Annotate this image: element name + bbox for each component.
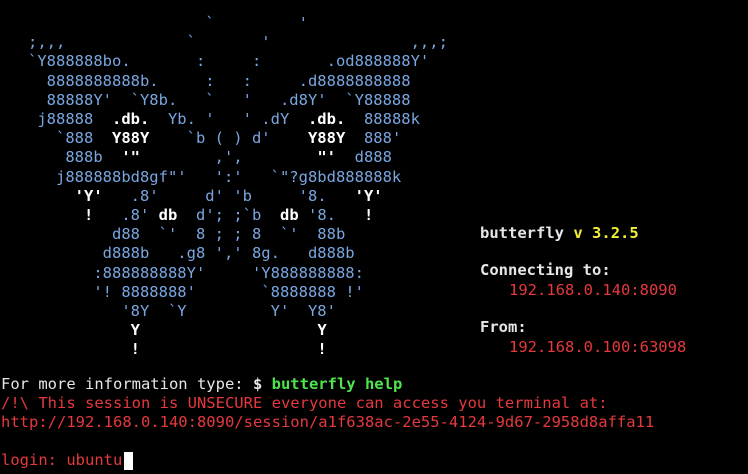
help-text: For more information type: [1, 375, 253, 393]
ascii-art-segment: Y [130, 321, 140, 340]
ascii-art-segment: .8' [93, 206, 159, 224]
ascii-art-segment [0, 187, 75, 205]
ascii-art-segment: '8Y `Y Y' Y8' [0, 302, 336, 320]
ascii-art-segment: 'Y' [74, 186, 103, 205]
ascii-art-segment: :888888888Y' 'Y888888888: [0, 263, 364, 282]
connecting-address: 192.168.0.140:8090 [509, 281, 677, 299]
ascii-art-segment: Y [317, 321, 327, 340]
ascii-art-line: ` ' [0, 14, 308, 33]
shell-prompt: $ [252, 375, 272, 393]
ascii-art-line: '! 8888888' `8888888 !' [0, 283, 364, 302]
ascii-art-segment: db [280, 206, 299, 224]
ascii-art-segment: '" [121, 148, 140, 167]
ascii-art-segment: d888 [335, 148, 392, 167]
ascii-art-segment: d'; ;`b [177, 206, 280, 224]
from-address: 192.168.0.100:63098 [509, 338, 687, 356]
ascii-art-line: ! ! [0, 340, 327, 359]
login-line[interactable]: login: ubuntu [1, 451, 122, 470]
ascii-art-segment: 88888Y' `Y8b. ` ' .d8Y' `Y88888 [0, 90, 411, 109]
ascii-art-line: 88888Y' `Y8b. ` ' .d8Y' `Y88888 [0, 91, 411, 110]
version-number: 3.2.5 [592, 224, 639, 242]
ascii-art-segment: .db. [111, 110, 150, 128]
help-command: butterfly help [271, 375, 403, 393]
ascii-art-segment: ` ' [0, 14, 308, 32]
ascii-art-segment: Y88Y [307, 129, 346, 148]
ascii-art-segment [140, 321, 317, 339]
ascii-art-segment: ,', [140, 148, 318, 167]
ascii-art-segment [140, 340, 317, 358]
ascii-art-line: `Y888888bo. : : .od888888Y' [0, 52, 429, 71]
app-version-line: butterfly v 3.2.5 [480, 224, 639, 243]
ascii-art-segment: 888' [345, 129, 402, 148]
ascii-art-line: d88 `' 8 ; ; 8 `' 88b [0, 225, 345, 244]
ascii-art-line: :888888888Y' 'Y888888888: [0, 264, 364, 283]
app-name: butterfly [480, 224, 564, 242]
terminal-cursor [124, 452, 133, 470]
ascii-art-line: 'Y' .8' d' 'b '8. 'Y' [0, 187, 383, 206]
ascii-art-segment: .db. [307, 110, 346, 128]
terminal-window[interactable]: ` ' ;,,, ` ' ,,,; `Y888888bo. : : .od888… [0, 0, 748, 474]
ascii-art-segment: 888b [0, 148, 122, 167]
ascii-art-segment: '8. [298, 206, 364, 224]
unsecure-warning: /!\ This session is UNSECURE everyone ca… [1, 394, 608, 412]
from-label: From: [480, 318, 527, 336]
ascii-art-segment: '! 8888888' `8888888 !' [0, 282, 364, 301]
ascii-art-line: 8888888888b. : : .d8888888888 [0, 72, 411, 91]
ascii-art-segment: ;,,, ` ' ,,,; [0, 33, 448, 52]
ascii-art-segment: ! [364, 206, 374, 224]
ascii-art-line: `888 Y88Y `b ( ) d' Y88Y 888' [0, 129, 401, 148]
ascii-art-segment: Y88Y [111, 129, 150, 148]
help-line: For more information type: $ butterfly h… [1, 375, 402, 394]
ascii-art-line: ! .8' db d'; ;`b db '8. ! [0, 206, 373, 225]
ascii-art-segment [0, 206, 84, 224]
ascii-art-segment: ! [84, 206, 94, 224]
ascii-art-segment: ! [317, 340, 327, 359]
session-url-link[interactable]: http://192.168.0.140:8090/session/a1f638… [1, 413, 654, 432]
version-prefix: v [573, 224, 583, 242]
ascii-art-segment: .8' d' 'b '8. [102, 186, 355, 205]
ascii-art-segment: `888 [0, 129, 112, 148]
ascii-art-line: 888b '" ,', "' d888 [0, 148, 392, 167]
ascii-art-segment: j888888bd8gf"' ':' `"?g8bd888888k [0, 167, 402, 186]
ascii-art-segment [0, 340, 131, 358]
ascii-art-segment [0, 321, 131, 339]
ascii-art-line: d888b .g8 ',' 8g. d888b [0, 244, 355, 263]
ascii-art-segment: ! [130, 340, 140, 359]
ascii-art-line: '8Y `Y Y' Y8' [0, 302, 336, 321]
ascii-art-segment: 8888888888b. : : .d8888888888 [0, 71, 411, 90]
ascii-art-segment: `b ( ) d' [149, 129, 308, 148]
ascii-art-line: j88888 .db. Yb. ' ' .dY .db. 88888k [0, 110, 420, 129]
ascii-art-segment: j88888 [0, 110, 112, 128]
ascii-art-segment: db [158, 206, 178, 224]
ascii-art-segment: 88888k [345, 110, 420, 128]
login-prompt: login: [1, 451, 67, 469]
ascii-art-segment: d888b .g8 ',' 8g. d888b [0, 244, 355, 263]
ascii-art-segment: 'Y' [354, 186, 383, 205]
ascii-art-segment: d88 `' 8 ; ; 8 `' 88b [0, 225, 346, 244]
ascii-art-segment: Yb. ' ' .dY [149, 110, 308, 128]
ascii-art-line: Y Y [0, 321, 327, 340]
ascii-art-segment: "' [317, 148, 336, 167]
ascii-art-line: j888888bd8gf"' ':' `"?g8bd888888k [0, 168, 401, 187]
connecting-label: Connecting to: [480, 261, 611, 279]
ascii-art-line: ;,,, ` ' ,,,; [0, 33, 448, 52]
login-input[interactable]: ubuntu [66, 451, 122, 469]
ascii-art-segment: `Y888888bo. : : .od888888Y' [0, 52, 430, 71]
